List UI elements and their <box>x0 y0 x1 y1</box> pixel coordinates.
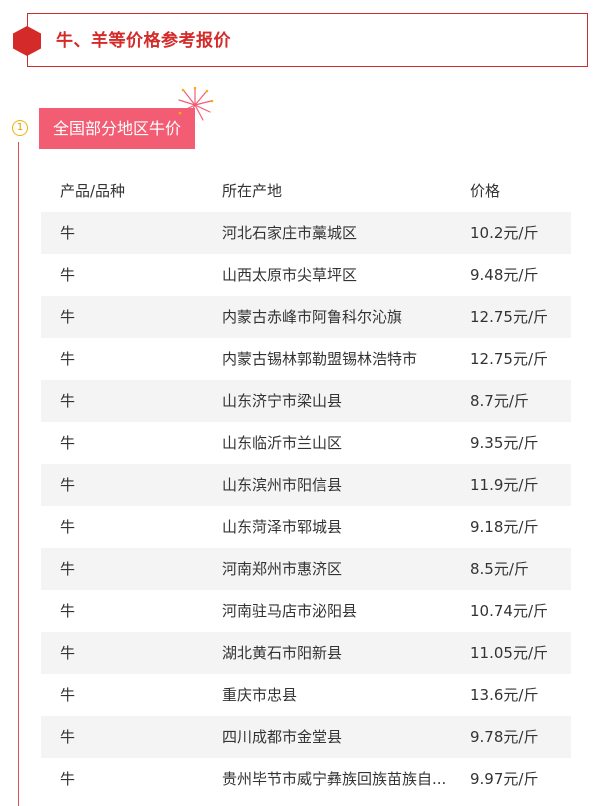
table-row: 牛 河南驻马店市泌阳县 10.74元/斤 <box>41 590 571 632</box>
cell-origin: 山东济宁市梁山县 <box>222 392 343 410</box>
cell-price: 12.75元/斤 <box>470 308 548 326</box>
table-row: 牛 山东菏泽市郓城县 9.18元/斤 <box>41 506 571 548</box>
table-row: 牛 贵州毕节市威宁彝族回族苗族自... 9.97元/斤 <box>41 758 571 800</box>
cell-product: 牛 <box>60 728 76 746</box>
cell-price: 9.35元/斤 <box>470 434 539 452</box>
cell-origin: 湖北黄石市阳新县 <box>222 644 343 662</box>
table-row: 牛 内蒙古锡林郭勒盟锡林浩特市 12.75元/斤 <box>41 338 571 380</box>
page-title: 牛、羊等价格参考报价 <box>56 31 231 51</box>
table-row: 牛 山东临沂市兰山区 9.35元/斤 <box>41 422 571 464</box>
table-header-row: 产品/品种 所在产地 价格 <box>41 170 571 212</box>
cell-price: 9.48元/斤 <box>470 266 539 284</box>
table-row: 牛 河北石家庄市藁城区 10.2元/斤 <box>41 212 571 254</box>
cell-product: 牛 <box>60 308 76 326</box>
cell-product: 牛 <box>60 392 76 410</box>
cell-origin: 河南郑州市惠济区 <box>222 560 343 578</box>
cell-price: 11.9元/斤 <box>470 476 539 494</box>
cell-origin: 山东临沂市兰山区 <box>222 434 343 452</box>
cell-price: 9.78元/斤 <box>470 728 539 746</box>
cell-price: 10.74元/斤 <box>470 602 548 620</box>
step-badge: 1 <box>12 120 28 136</box>
table-row: 牛 山西太原市尖草坪区 9.48元/斤 <box>41 254 571 296</box>
table-row: 牛 四川成都市金堂县 9.78元/斤 <box>41 716 571 758</box>
cell-origin: 山东菏泽市郓城县 <box>222 518 343 536</box>
cell-origin: 重庆市忠县 <box>222 686 298 704</box>
table-row: 牛 湖北黄石市阳新县 11.05元/斤 <box>41 632 571 674</box>
cell-price: 8.5元/斤 <box>470 560 529 578</box>
cell-product: 牛 <box>60 644 76 662</box>
table-row: 牛 山东济宁市梁山县 8.7元/斤 <box>41 380 571 422</box>
column-header-product: 产品/品种 <box>60 182 126 200</box>
cell-product: 牛 <box>60 350 76 368</box>
column-header-origin: 所在产地 <box>222 182 283 200</box>
cell-product: 牛 <box>60 518 76 536</box>
cell-price: 9.18元/斤 <box>470 518 539 536</box>
cell-product: 牛 <box>60 266 76 284</box>
column-header-price: 价格 <box>470 182 501 200</box>
cell-product: 牛 <box>60 434 76 452</box>
cell-product: 牛 <box>60 770 76 788</box>
timeline-line <box>18 142 19 806</box>
cell-origin: 内蒙古锡林郭勒盟锡林浩特市 <box>222 350 418 368</box>
section-title: 全国部分地区牛价 <box>39 108 196 149</box>
cell-price: 11.05元/斤 <box>470 644 548 662</box>
cell-origin: 山西太原市尖草坪区 <box>222 266 358 284</box>
cell-origin: 河北石家庄市藁城区 <box>222 224 358 242</box>
cell-price: 8.7元/斤 <box>470 392 529 410</box>
cell-product: 牛 <box>60 686 76 704</box>
cell-product: 牛 <box>60 602 76 620</box>
cell-price: 13.6元/斤 <box>470 686 539 704</box>
table-row: 牛 重庆市忠县 13.6元/斤 <box>41 674 571 716</box>
cell-price: 9.97元/斤 <box>470 770 539 788</box>
cell-origin: 四川成都市金堂县 <box>222 728 343 746</box>
firework-icon <box>178 86 214 121</box>
price-table: 产品/品种 所在产地 价格 牛河北石家庄市藁城区 10.2元/斤牛山西太原市尖草坪… <box>41 170 571 800</box>
table-row: 牛 山东滨州市阳信县 11.9元/斤 <box>41 464 571 506</box>
cell-product: 牛 <box>60 560 76 578</box>
cell-price: 10.2元/斤 <box>470 224 539 242</box>
table-row: 牛 内蒙古赤峰市阿鲁科尔沁旗 12.75元/斤 <box>41 296 571 338</box>
cell-origin: 贵州毕节市威宁彝族回族苗族自... <box>222 770 447 788</box>
cell-product: 牛 <box>60 224 76 242</box>
table-row: 牛 河南郑州市惠济区 8.5元/斤 <box>41 548 571 590</box>
cell-origin: 山东滨州市阳信县 <box>222 476 343 494</box>
cell-price: 12.75元/斤 <box>470 350 548 368</box>
cell-origin: 内蒙古赤峰市阿鲁科尔沁旗 <box>222 308 403 326</box>
cell-product: 牛 <box>60 476 76 494</box>
cell-origin: 河南驻马店市泌阳县 <box>222 602 358 620</box>
hexagon-icon <box>13 26 41 56</box>
